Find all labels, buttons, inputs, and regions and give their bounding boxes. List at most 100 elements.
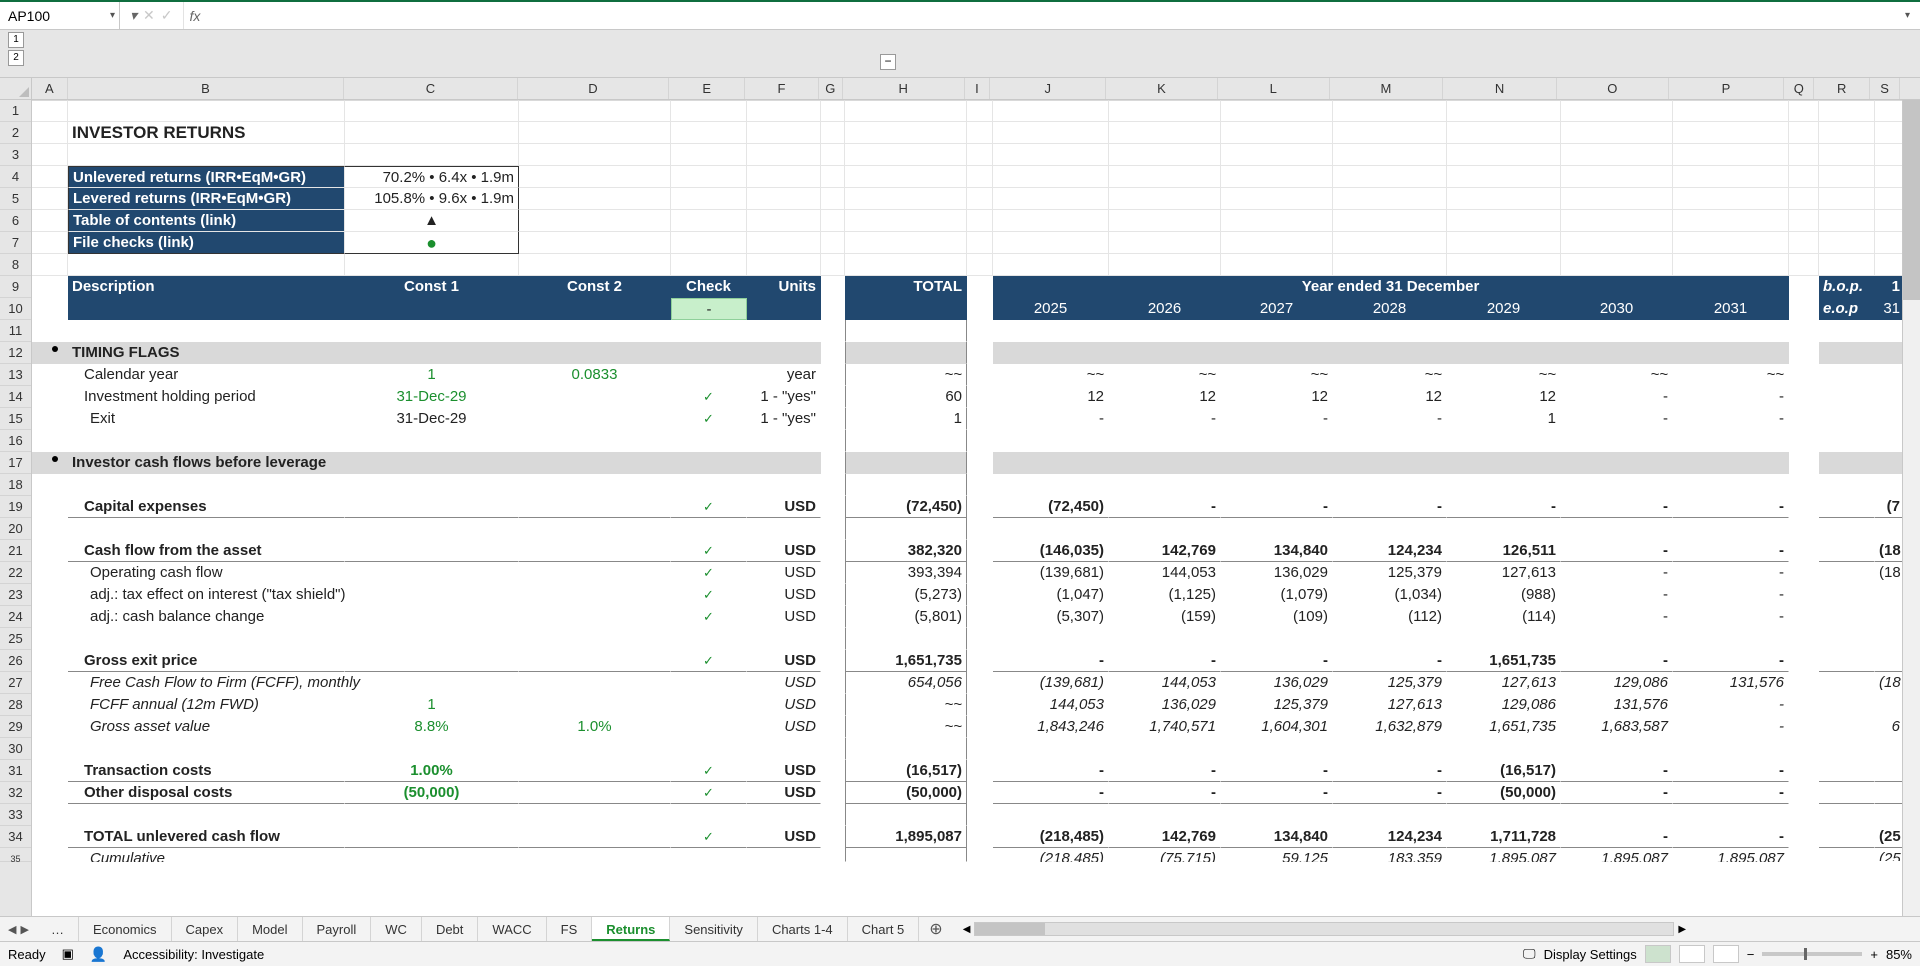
tab-model[interactable]: Model (238, 917, 302, 941)
row-27[interactable]: 27 (0, 672, 31, 694)
row-8[interactable]: 8 (0, 254, 31, 276)
status-dot-icon[interactable]: ● (345, 232, 519, 254)
zoom-out-icon[interactable]: − (1747, 947, 1755, 962)
col-D[interactable]: D (518, 78, 670, 99)
col-I[interactable]: I (965, 78, 991, 99)
col-Q[interactable]: Q (1784, 78, 1814, 99)
row-4[interactable]: 4 (0, 166, 31, 188)
tab-debt[interactable]: Debt (422, 917, 478, 941)
row-9[interactable]: 9 (0, 276, 31, 298)
cells[interactable]: INVESTOR RETURNS Unlevered returns (IRR•… (32, 100, 1920, 916)
macro-record-icon[interactable]: ▣ (62, 946, 74, 962)
zoom-slider[interactable] (1762, 952, 1862, 956)
row-33[interactable]: 33 (0, 804, 31, 826)
row-26[interactable]: 26 (0, 650, 31, 672)
tab-chart-5[interactable]: Chart 5 (848, 917, 920, 941)
row-21[interactable]: 21 (0, 540, 31, 562)
tab-payroll[interactable]: Payroll (303, 917, 372, 941)
tab-more[interactable]: … (37, 917, 79, 941)
row-3[interactable]: 3 (0, 144, 31, 166)
status-accessibility[interactable]: Accessibility: Investigate (123, 947, 264, 962)
name-box-dropdown-icon[interactable]: ▾ (110, 10, 115, 21)
row-15[interactable]: 15 (0, 408, 31, 430)
vertical-scrollbar-thumb[interactable] (1903, 100, 1920, 300)
row-23[interactable]: 23 (0, 584, 31, 606)
formula-expand-icon[interactable]: ▾ (1905, 10, 1920, 21)
row-10[interactable]: 10 (0, 298, 31, 320)
toc-arrow-icon[interactable]: ▲ (345, 210, 519, 232)
col-K[interactable]: K (1106, 78, 1218, 99)
row-22[interactable]: 22 (0, 562, 31, 584)
col-J[interactable]: J (990, 78, 1106, 99)
row-28[interactable]: 28 (0, 694, 31, 716)
fx-dropdown-icon[interactable]: ▾ (130, 7, 137, 24)
row-7[interactable]: 7 (0, 232, 31, 254)
tab-capex[interactable]: Capex (172, 917, 239, 941)
tab-nav-next-icon[interactable]: ▶ (20, 923, 28, 936)
row-18[interactable]: 18 (0, 474, 31, 496)
file-checks-link[interactable]: File checks (link) (68, 232, 345, 254)
col-L[interactable]: L (1218, 78, 1330, 99)
col-N[interactable]: N (1443, 78, 1557, 99)
vertical-scrollbar[interactable] (1902, 100, 1920, 916)
tab-wc[interactable]: WC (371, 917, 422, 941)
col-R[interactable]: R (1814, 78, 1870, 99)
group-collapse-icon[interactable]: − (880, 54, 896, 70)
name-box[interactable]: AP100 ▾ (0, 2, 120, 29)
tab-wacc[interactable]: WACC (478, 917, 546, 941)
toc-link[interactable]: Table of contents (link) (68, 210, 345, 232)
outline-level-1[interactable]: 1 (8, 32, 24, 48)
tab-nav-prev-icon[interactable]: ◀ (8, 923, 16, 936)
display-settings-icon[interactable]: 🖵 (1523, 946, 1536, 962)
row-24[interactable]: 24 (0, 606, 31, 628)
zoom-level[interactable]: 85% (1886, 947, 1912, 962)
row-12[interactable]: 12 (0, 342, 31, 364)
view-page-break-icon[interactable] (1713, 945, 1739, 963)
row-11[interactable]: 11 (0, 320, 31, 342)
col-H[interactable]: H (843, 78, 965, 99)
cancel-icon[interactable]: ✕ (143, 7, 155, 24)
row-6[interactable]: 6 (0, 210, 31, 232)
accessibility-icon[interactable]: 👤 (90, 946, 107, 963)
view-normal-icon[interactable] (1645, 945, 1671, 963)
row-17[interactable]: 17 (0, 452, 31, 474)
col-S[interactable]: S (1870, 78, 1900, 99)
row-16[interactable]: 16 (0, 430, 31, 452)
col-M[interactable]: M (1330, 78, 1444, 99)
zoom-in-icon[interactable]: + (1870, 947, 1878, 962)
col-G[interactable]: G (819, 78, 843, 99)
row-29[interactable]: 29 (0, 716, 31, 738)
horizontal-scrollbar-thumb[interactable] (975, 923, 1045, 935)
col-P[interactable]: P (1669, 78, 1785, 99)
tab-economics[interactable]: Economics (79, 917, 172, 941)
row-31[interactable]: 31 (0, 760, 31, 782)
add-sheet-icon[interactable]: ⊕ (919, 919, 952, 939)
tab-sensitivity[interactable]: Sensitivity (670, 917, 758, 941)
row-13[interactable]: 13 (0, 364, 31, 386)
col-F[interactable]: F (745, 78, 819, 99)
col-B[interactable]: B (68, 78, 344, 99)
row-35[interactable]: 35 (0, 848, 31, 862)
row-34[interactable]: 34 (0, 826, 31, 848)
tab-fs[interactable]: FS (547, 917, 593, 941)
status-display-settings[interactable]: Display Settings (1544, 947, 1637, 962)
row-30[interactable]: 30 (0, 738, 31, 760)
row-5[interactable]: 5 (0, 188, 31, 210)
row-32[interactable]: 32 (0, 782, 31, 804)
horizontal-scrollbar[interactable]: ◀ ▶ (953, 922, 1920, 936)
outline-level-2[interactable]: 2 (8, 50, 24, 66)
row-14[interactable]: 14 (0, 386, 31, 408)
col-A[interactable]: A (32, 78, 68, 99)
commit-icon[interactable]: ✓ (161, 7, 173, 24)
row-20[interactable]: 20 (0, 518, 31, 540)
row-1[interactable]: 1 (0, 100, 31, 122)
tab-returns[interactable]: Returns (592, 917, 670, 941)
formula-input[interactable] (206, 2, 1905, 29)
col-E[interactable]: E (669, 78, 745, 99)
col-C[interactable]: C (344, 78, 518, 99)
row-19[interactable]: 19 (0, 496, 31, 518)
select-all-corner[interactable] (0, 78, 32, 99)
row-2[interactable]: 2 (0, 122, 31, 144)
row-25[interactable]: 25 (0, 628, 31, 650)
grid[interactable]: 1 2 3 4 5 6 7 8 9 10 11 12 13 14 15 16 1… (0, 100, 1920, 916)
